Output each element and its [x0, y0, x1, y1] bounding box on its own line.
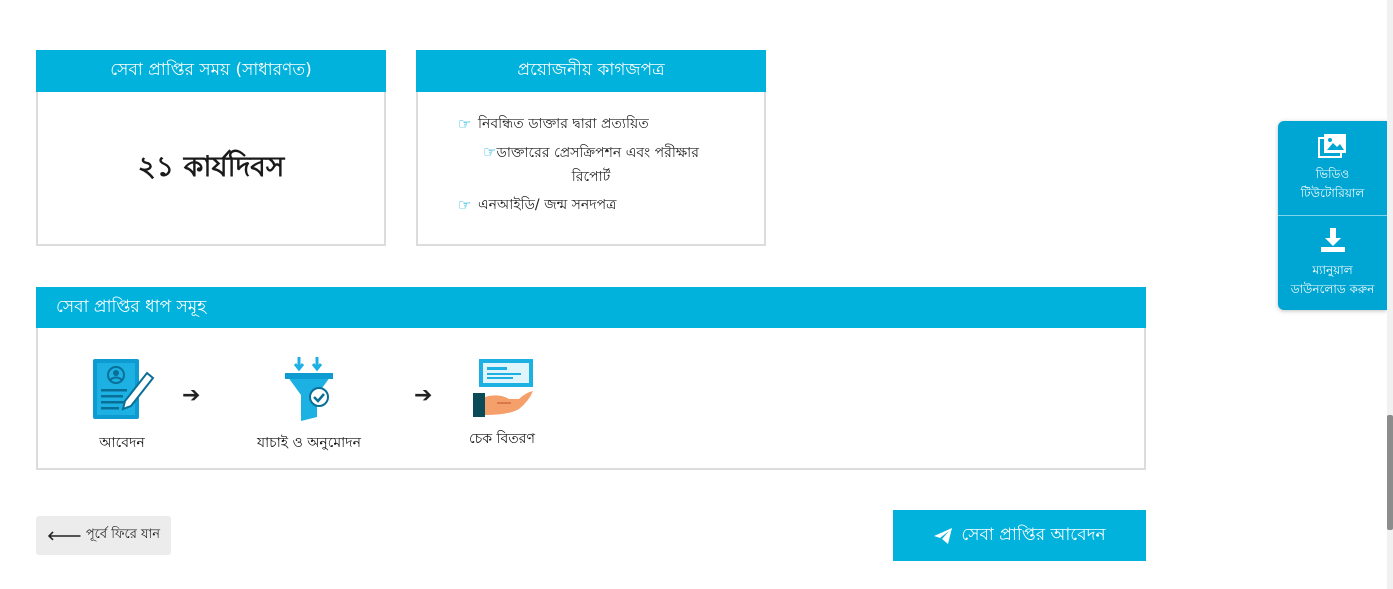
manual-download-link[interactable]: ম্যানুয়াল ডাউনলোড করুন: [1278, 215, 1387, 309]
service-time-title: সেবা প্রাপ্তির সময় (সাধারণত): [36, 50, 386, 92]
document-item-label: এনআইডি/ জন্ম সনদপত্র: [478, 197, 617, 213]
arrow-right-icon: ➔: [182, 383, 201, 408]
required-documents-title: প্রয়োজনীয় কাগজপত্র: [416, 50, 766, 92]
filter-verify-icon: [285, 357, 333, 421]
document-item: ☞ এনআইডি/ জন্ম সনদপত্র: [458, 193, 724, 217]
step-label: আবেদন: [99, 435, 145, 451]
step-cheque-distribution: চেক বিতরণ: [462, 357, 542, 451]
step-application: আবেদন: [82, 357, 162, 455]
page-scrollbar[interactable]: [1387, 0, 1393, 589]
service-steps-panel: সেবা প্রাপ্তির ধাপ সমূহ আবেদন ➔ যাচাই ও …: [36, 287, 1146, 470]
side-help-widget: ভিডিও টিউটোরিয়াল ম্যানুয়াল ডাউনলোড করু…: [1278, 121, 1387, 310]
document-item: ☞ডাক্তারের প্রেসক্রিপশন এবং পরীক্ষার রিপ…: [458, 140, 724, 189]
apply-button-label: সেবা প্রাপ্তির আবেদন: [961, 524, 1106, 545]
step-verification: যাচাই ও অনুমোদন: [249, 357, 369, 455]
service-time-panel: সেবা প্রাপ্তির সময় (সাধারণত) ২১ কার্যদি…: [36, 50, 386, 246]
video-label-line1: ভিডিও: [1315, 167, 1350, 181]
video-tutorial-link[interactable]: ভিডিও টিউটোরিয়াল: [1278, 121, 1387, 215]
arrow-right-icon: ➔: [414, 383, 433, 408]
apply-service-button[interactable]: সেবা প্রাপ্তির আবেদন: [893, 510, 1146, 561]
documents-list: ☞ নিবন্ধিত ডাক্তার দ্বারা প্রত্যয়িত ☞ডা…: [418, 92, 764, 217]
required-documents-panel: প্রয়োজনীয় কাগজপত্র ☞ নিবন্ধিত ডাক্তার …: [416, 50, 766, 246]
manual-label-line2: ডাউনলোড করুন: [1290, 281, 1375, 296]
service-steps-title: সেবা প্রাপ্তির ধাপ সমূহ: [36, 287, 1146, 328]
manual-label-line1: ম্যানুয়াল: [1312, 262, 1353, 277]
video-gallery-icon: [1317, 134, 1346, 158]
hand-pointer-right-icon: ☞: [483, 143, 497, 161]
scrollbar-thumb[interactable]: [1387, 415, 1393, 530]
service-time-value: ২১ কার্যদিবস: [137, 149, 285, 183]
hand-pointer-right-icon: ☞: [458, 115, 472, 133]
document-item-label: ☞ডাক্তারের প্রেসক্রিপশন এবং পরীক্ষার রিপ…: [483, 143, 699, 185]
step-label: চেক বিতরণ: [469, 431, 535, 447]
cheque-hand-icon: [473, 359, 533, 417]
download-icon: [1320, 227, 1345, 252]
paper-plane-icon: [934, 527, 953, 544]
back-button[interactable]: 🡐 পূর্বে ফিরে যান: [36, 516, 171, 555]
document-item: ☞ নিবন্ধিত ডাক্তার দ্বারা প্রত্যয়িত: [458, 112, 724, 136]
step-label: যাচাই ও অনুমোদন: [257, 435, 361, 451]
application-form-icon: [93, 359, 155, 419]
video-label-line2: টিউটোরিয়াল: [1300, 186, 1365, 200]
hand-pointer-right-icon: ☞: [458, 196, 472, 214]
document-item-label: নিবন্ধিত ডাক্তার দ্বারা প্রত্যয়িত: [478, 116, 649, 132]
back-button-label: পূর্বে ফিরে যান: [85, 527, 161, 542]
arrow-left-icon: 🡐: [46, 528, 82, 544]
